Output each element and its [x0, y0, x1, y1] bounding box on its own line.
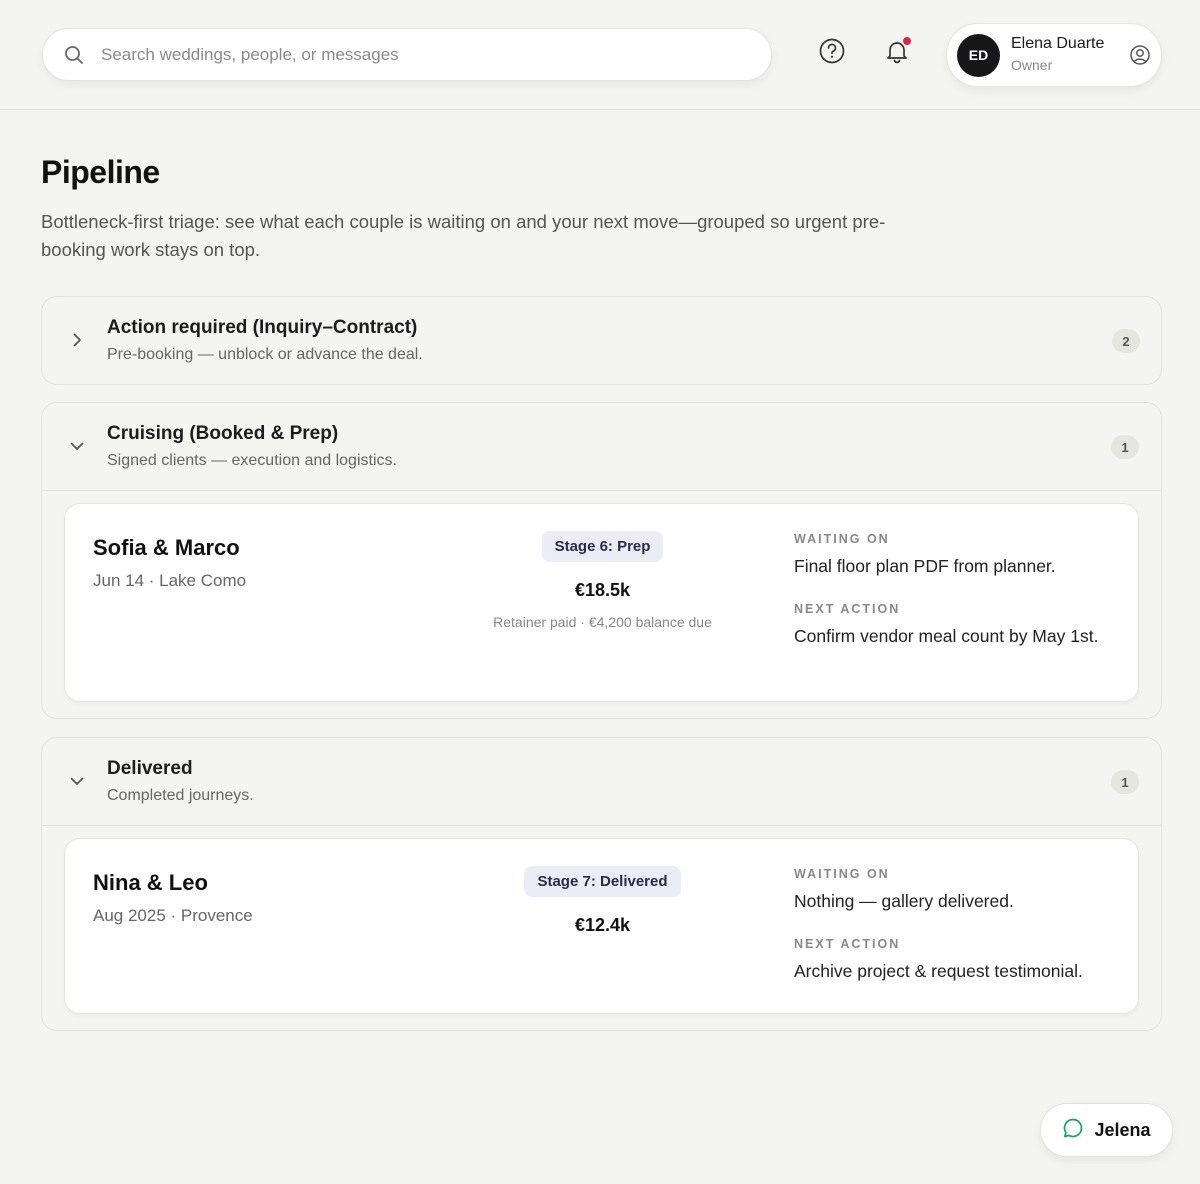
waiting-on-label: WAITING ON	[794, 867, 890, 881]
profile-role: Owner	[1011, 57, 1053, 73]
wedding-price: €12.4k	[574, 915, 631, 935]
group-header[interactable]: Action required (Inquiry–Contract) Pre-b…	[42, 297, 1161, 384]
search-icon	[63, 44, 85, 66]
next-action-label: NEXT ACTION	[794, 937, 901, 951]
wedding-meta: Jun 14 · Lake Como	[93, 571, 247, 590]
notification-dot	[902, 36, 912, 46]
next-action-value: Confirm vendor meal count by May 1st.	[794, 626, 1099, 646]
page-title: Pipeline	[41, 154, 160, 190]
chat-label: Jelena	[1094, 1119, 1151, 1140]
wedding-meta: Aug 2025 · Provence	[93, 906, 253, 925]
chevron-down-icon	[68, 772, 86, 790]
next-action-value: Archive project & request testimonial.	[794, 961, 1083, 981]
group-action-required: Action required (Inquiry–Contract) Pre-b…	[41, 296, 1162, 385]
payment-note: Retainer paid · €4,200 balance due	[493, 614, 712, 630]
group-subtitle: Pre-booking — unblock or advance the dea…	[107, 346, 423, 363]
wedding-card[interactable]: Nina & Leo Aug 2025 · Provence Stage 7: …	[64, 838, 1139, 1014]
group-body: Sofia & Marco Jun 14 · Lake Como Stage 6…	[42, 490, 1161, 718]
profile-menu[interactable]: ED Elena Duarte Owner	[946, 23, 1162, 87]
group-title: Cruising (Booked & Prep)	[107, 423, 339, 444]
group-subtitle: Signed clients — execution and logistics…	[107, 452, 397, 469]
chat-button[interactable]: Jelena	[1040, 1103, 1173, 1157]
group-header[interactable]: Delivered Completed journeys. 1	[42, 738, 1161, 825]
group-title: Delivered	[107, 758, 193, 779]
group-header[interactable]: Cruising (Booked & Prep) Signed clients …	[42, 403, 1161, 490]
group-title: Action required (Inquiry–Contract)	[107, 317, 418, 338]
waiting-on-value: Final floor plan PDF from planner.	[794, 556, 1056, 576]
avatar: ED	[957, 33, 1000, 77]
help-button[interactable]	[815, 36, 849, 70]
group-delivered: Delivered Completed journeys. 1 Nina & L…	[41, 737, 1162, 1031]
couple-name: Sofia & Marco	[93, 535, 240, 560]
group-count-badge: 2	[1112, 329, 1140, 353]
search-input[interactable]	[101, 44, 701, 65]
help-icon	[818, 37, 846, 70]
top-bar: ED Elena Duarte Owner	[0, 0, 1200, 110]
group-count-badge: 1	[1111, 770, 1139, 794]
group-body: Nina & Leo Aug 2025 · Provence Stage 7: …	[42, 825, 1161, 1030]
waiting-on-value: Nothing — gallery delivered.	[794, 891, 1014, 911]
waiting-on-label: WAITING ON	[794, 532, 890, 546]
next-action-label: NEXT ACTION	[794, 602, 901, 616]
profile-name: Elena Duarte	[1011, 35, 1105, 52]
page-description: Bottleneck-first triage: see what each c…	[41, 211, 886, 260]
chat-bubble-icon	[1062, 1117, 1084, 1144]
group-subtitle: Completed journeys.	[107, 787, 254, 804]
group-count-badge: 1	[1111, 435, 1139, 459]
notifications-button[interactable]	[880, 36, 914, 70]
wedding-price: €18.5k	[574, 580, 631, 600]
couple-name: Nina & Leo	[93, 870, 208, 895]
stage-badge: Stage 7: Delivered	[524, 866, 681, 897]
search-bar[interactable]	[42, 28, 772, 81]
chevron-down-icon	[68, 437, 86, 455]
wedding-card[interactable]: Sofia & Marco Jun 14 · Lake Como Stage 6…	[64, 503, 1139, 702]
group-cruising: Cruising (Booked & Prep) Signed clients …	[41, 402, 1162, 719]
stage-badge: Stage 6: Prep	[541, 531, 664, 562]
account-icon	[1129, 44, 1151, 66]
chevron-right-icon	[68, 331, 86, 349]
